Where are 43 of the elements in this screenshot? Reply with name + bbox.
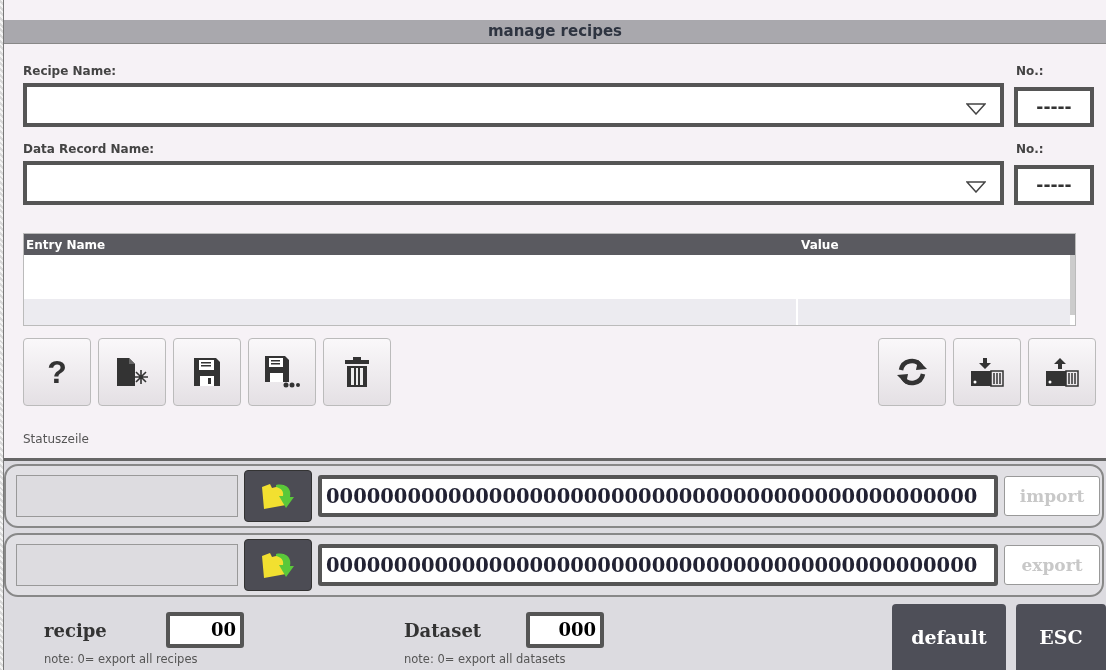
download-to-device-icon	[970, 357, 1004, 387]
dropdown-field[interactable]	[23, 161, 1004, 205]
note-text: note: 0= export all datasets	[404, 652, 567, 666]
download-button[interactable]	[953, 338, 1021, 406]
name-field[interactable]	[16, 544, 238, 586]
number-label: No.:	[1016, 141, 1045, 158]
delete-button[interactable]	[323, 338, 391, 406]
field-label: Dataset	[404, 619, 482, 641]
field-label: recipe	[44, 619, 107, 641]
default-button[interactable]: default	[892, 604, 1006, 670]
dropdown-caret-icon	[966, 181, 986, 193]
folder-button[interactable]	[244, 539, 312, 591]
field-label: Data Record Name:	[23, 141, 155, 158]
help-button[interactable]: ?	[23, 338, 91, 406]
folder-arrow-icon	[260, 550, 296, 580]
dropdown-field[interactable]	[23, 83, 1004, 127]
number-field[interactable]: 000	[526, 612, 604, 648]
status-line: Statuszeile	[22, 432, 90, 448]
number-field[interactable]: -----	[1014, 165, 1094, 205]
refresh-button[interactable]	[878, 338, 946, 406]
number-label: No.:	[1016, 63, 1045, 80]
upload-from-device-icon	[1045, 357, 1079, 387]
number-field[interactable]: -----	[1014, 87, 1094, 127]
refresh-icon	[896, 357, 928, 387]
trash-icon	[344, 356, 370, 388]
dropdown-caret-icon	[966, 103, 986, 115]
escape-button[interactable]: ESC	[1016, 604, 1106, 670]
new-document-icon	[115, 356, 149, 388]
scrollbar[interactable]	[1070, 255, 1075, 315]
save-button[interactable]	[173, 338, 241, 406]
folder-button[interactable]	[244, 470, 312, 522]
floppy-disk-icon	[264, 355, 300, 389]
number-field[interactable]: 00	[166, 612, 244, 648]
upload-button[interactable]	[1028, 338, 1096, 406]
new-document-button[interactable]	[98, 338, 166, 406]
note-text: note: 0= export all recipes	[44, 652, 199, 666]
field-label: Recipe Name:	[23, 63, 117, 80]
name-field[interactable]	[16, 475, 238, 517]
folder-arrow-icon	[260, 481, 296, 511]
column-header: Entry Name	[25, 237, 107, 252]
column-header: Value	[801, 237, 839, 252]
window-title: manage recipes	[4, 20, 1106, 44]
save-as-button[interactable]	[248, 338, 316, 406]
